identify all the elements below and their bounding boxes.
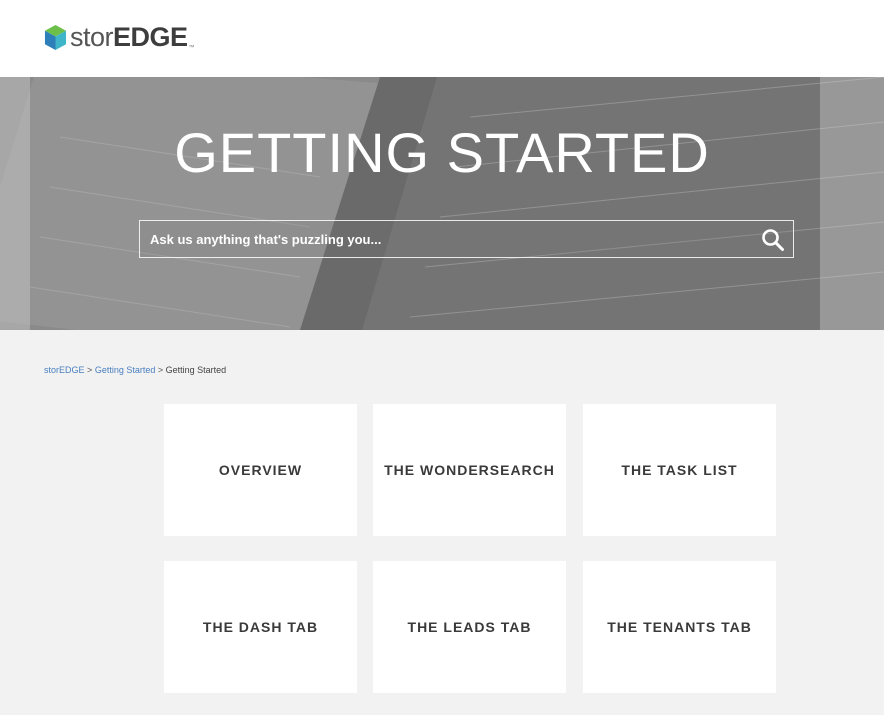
tile-the-task-list[interactable]: THE TASK LIST [583, 404, 776, 536]
tile-the-leads-tab[interactable]: THE LEADS TAB [373, 561, 566, 693]
tile-the-tenants-tab[interactable]: THE TENANTS TAB [583, 561, 776, 693]
tile-label: THE WONDERSEARCH [384, 462, 555, 478]
tile-the-dash-tab[interactable]: THE DASH TAB [164, 561, 357, 693]
breadcrumb-separator: > [87, 365, 93, 375]
search-input[interactable] [140, 221, 750, 257]
cube-logo-icon [44, 24, 67, 50]
tile-overview[interactable]: OVERVIEW [164, 404, 357, 536]
storedge-logo[interactable]: storEDGE™ [44, 21, 195, 52]
search-button[interactable] [761, 228, 785, 252]
hero-banner: GETTING STARTED [0, 77, 884, 330]
search-bar [139, 220, 794, 258]
tile-the-wondersearch[interactable]: THE WONDERSEARCH [373, 404, 566, 536]
tile-label: THE LEADS TAB [407, 619, 532, 635]
site-header: storEDGE™ [0, 0, 884, 77]
tile-label: THE DASH TAB [202, 619, 319, 635]
breadcrumb-link-getting-started[interactable]: Getting Started [95, 365, 156, 375]
logo-wordmark: storEDGE™ [70, 21, 195, 52]
page-title: GETTING STARTED [174, 121, 710, 184]
breadcrumb-current: Getting Started [165, 365, 227, 375]
search-icon [762, 229, 784, 251]
hero-background-image [0, 77, 884, 330]
breadcrumb-link-home[interactable]: storEDGE [44, 365, 85, 375]
tile-label: OVERVIEW [218, 462, 303, 478]
breadcrumb: storEDGE > Getting Started > Getting Sta… [44, 365, 226, 375]
tile-label: THE TENANTS TAB [607, 619, 752, 635]
breadcrumb-separator: > [157, 365, 164, 375]
tile-label: THE TASK LIST [621, 462, 738, 478]
